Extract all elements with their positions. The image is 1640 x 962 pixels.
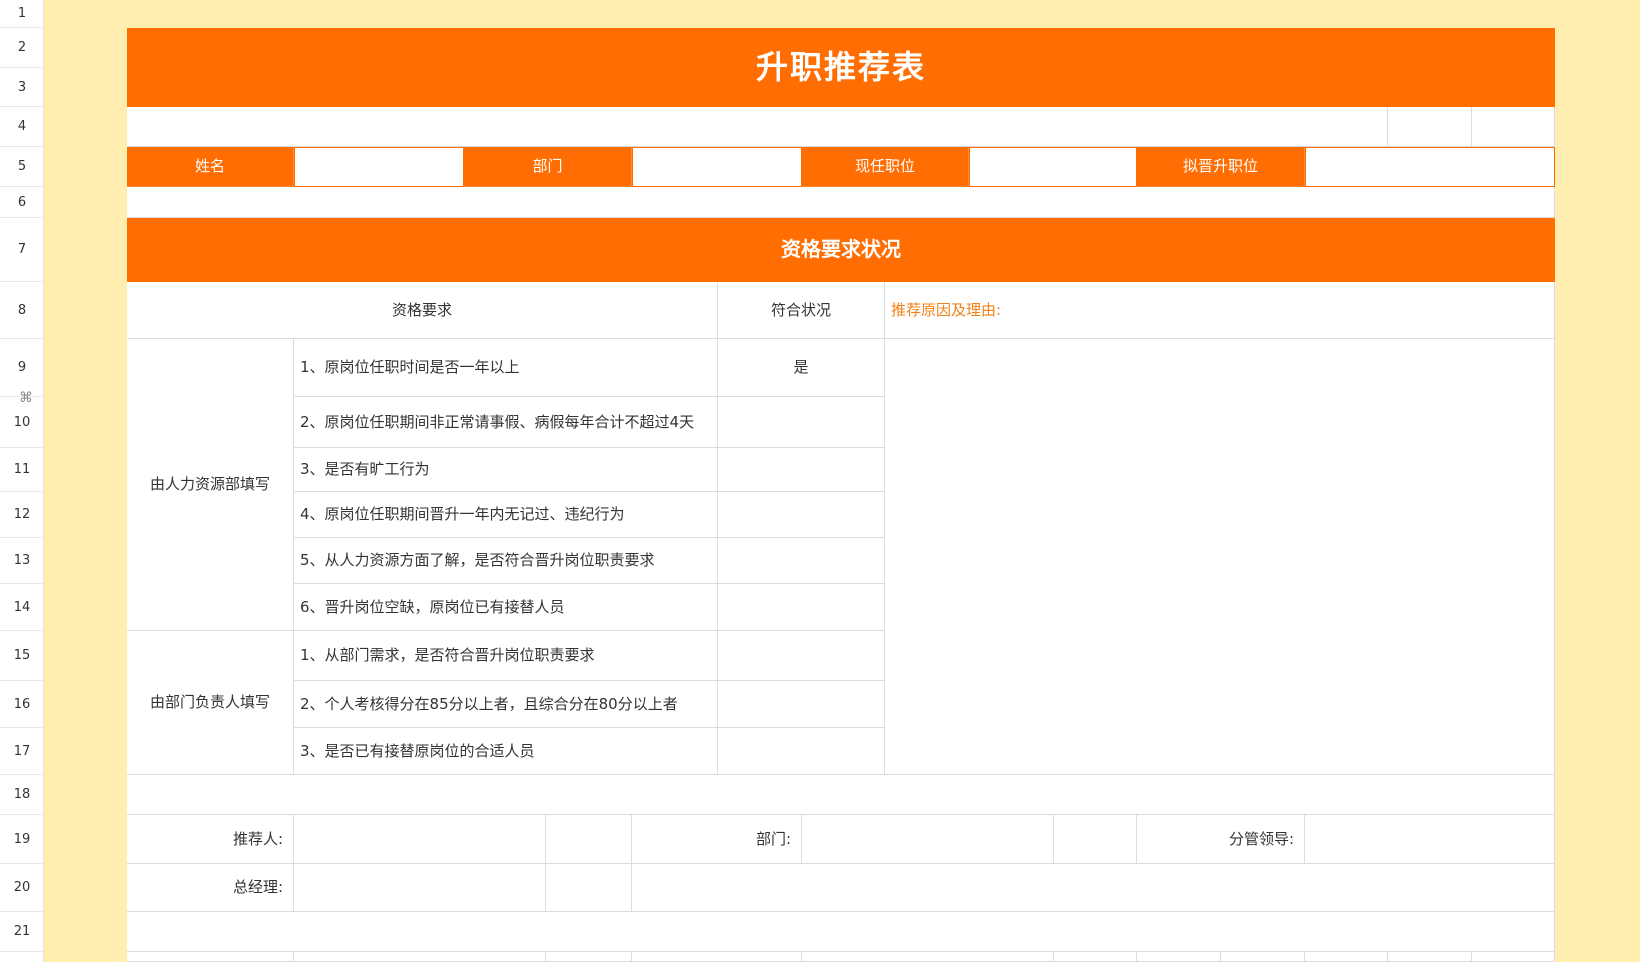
empty-cell[interactable] xyxy=(546,952,632,962)
row-number[interactable]: 14 xyxy=(0,584,44,631)
requirement-item[interactable]: 2、个人考核得分在85分以上者，且综合分在80分以上者 xyxy=(294,681,718,728)
empty-cell[interactable] xyxy=(1054,952,1137,962)
status-cell[interactable] xyxy=(718,492,885,538)
requirement-item[interactable]: 4、原岗位任职期间晋升一年内无记过、违纪行为 xyxy=(294,492,718,538)
row-number[interactable]: 5 xyxy=(0,147,44,187)
empty-cell[interactable] xyxy=(802,952,1054,962)
requirement-item[interactable]: 2、原岗位任职期间非正常请事假、病假每年合计不超过4天 xyxy=(294,397,718,448)
row-number[interactable]: 4 xyxy=(0,107,44,147)
empty-cell[interactable] xyxy=(1137,952,1221,962)
requirement-item[interactable]: 6、晋升岗位空缺，原岗位已有接替人员 xyxy=(294,584,718,631)
status-cell[interactable] xyxy=(718,728,885,775)
empty-cell[interactable] xyxy=(1221,952,1305,962)
general-manager-label: 总经理: xyxy=(127,864,294,912)
reason-column-header[interactable]: 推荐原因及理由: xyxy=(885,282,1555,339)
row-number[interactable]: 18 xyxy=(0,775,44,815)
row-number[interactable]: 13 xyxy=(0,538,44,584)
supervisor-input[interactable] xyxy=(1305,815,1555,864)
row-number[interactable]: 17 xyxy=(0,728,44,775)
status-cell[interactable]: 是 xyxy=(718,339,885,397)
row-number[interactable]: 3 xyxy=(0,68,44,107)
requirement-item[interactable]: 1、从部门需求，是否符合晋升岗位职责要求 xyxy=(294,631,718,681)
row-number[interactable]: 8 xyxy=(0,282,44,339)
section-title[interactable]: 资格要求状况 xyxy=(127,218,1555,282)
status-cell[interactable] xyxy=(718,584,885,631)
row-number[interactable]: 11 xyxy=(0,448,44,492)
row-drag-handle-icon[interactable]: ⌘ xyxy=(16,388,36,408)
proposed-position-label: 拟晋升职位 xyxy=(1137,147,1305,187)
status-column-header[interactable]: 符合状况 xyxy=(718,282,885,339)
empty-cell[interactable] xyxy=(1472,107,1555,147)
supervisor-label: 分管领导: xyxy=(1137,815,1305,864)
status-cell[interactable] xyxy=(718,538,885,584)
empty-cell[interactable] xyxy=(1472,952,1555,962)
row-number[interactable]: 15 xyxy=(0,631,44,681)
empty-cell[interactable] xyxy=(1054,815,1137,864)
empty-cell[interactable] xyxy=(1388,952,1472,962)
status-cell[interactable] xyxy=(718,448,885,492)
empty-row[interactable] xyxy=(127,775,1555,815)
recommender-label: 推荐人: xyxy=(127,815,294,864)
empty-cell[interactable] xyxy=(546,815,632,864)
empty-row[interactable] xyxy=(127,912,1555,952)
empty-cell[interactable] xyxy=(294,952,546,962)
row-number[interactable]: 7 xyxy=(0,218,44,282)
row-number[interactable]: 20 xyxy=(0,864,44,912)
requirement-item[interactable]: 3、是否已有接替原岗位的合适人员 xyxy=(294,728,718,775)
status-cell[interactable] xyxy=(718,681,885,728)
empty-row[interactable] xyxy=(127,187,1555,218)
requirement-item[interactable]: 5、从人力资源方面了解，是否符合晋升岗位职责要求 xyxy=(294,538,718,584)
row-number[interactable]: 16 xyxy=(0,681,44,728)
form-title[interactable]: 升职推荐表 xyxy=(127,28,1555,107)
empty-cell[interactable] xyxy=(546,864,632,912)
row-number[interactable]: 1 xyxy=(0,0,44,28)
row-number[interactable]: 2 xyxy=(0,28,44,68)
spreadsheet-sheet: 升职推荐表 姓名 部门 现任职位 拟晋升职位 资格要求状况 资格要求 符合状况 … xyxy=(127,0,1555,962)
row-number[interactable]: 21 xyxy=(0,912,44,952)
row-number[interactable]: 12 xyxy=(0,492,44,538)
general-manager-input[interactable] xyxy=(294,864,546,912)
reason-input-area[interactable] xyxy=(885,339,1555,775)
current-position-input[interactable] xyxy=(969,147,1137,187)
empty-cell[interactable] xyxy=(127,952,294,962)
current-position-label: 现任职位 xyxy=(802,147,969,187)
empty-cell[interactable] xyxy=(632,864,1555,912)
department-signature-label: 部门: xyxy=(632,815,802,864)
department-input[interactable] xyxy=(632,147,802,187)
name-input[interactable] xyxy=(294,147,464,187)
empty-cell[interactable] xyxy=(1305,952,1388,962)
empty-cell[interactable] xyxy=(632,952,802,962)
status-cell[interactable] xyxy=(718,397,885,448)
row-number[interactable]: 19 xyxy=(0,815,44,864)
department-label: 部门 xyxy=(464,147,632,187)
row-header-gutter: 1 2 3 4 5 6 7 8 9 10 11 12 13 14 15 16 1… xyxy=(0,0,44,962)
requirement-item[interactable]: 3、是否有旷工行为 xyxy=(294,448,718,492)
requirement-column-header[interactable]: 资格要求 xyxy=(127,282,718,339)
hr-group-label[interactable]: 由人力资源部填写 xyxy=(127,339,294,631)
dept-group-label[interactable]: 由部门负责人填写 xyxy=(127,631,294,775)
status-cell[interactable] xyxy=(718,631,885,681)
requirement-item[interactable]: 1、原岗位任职时间是否一年以上 xyxy=(294,339,718,397)
proposed-position-input[interactable] xyxy=(1305,147,1555,187)
recommender-input[interactable] xyxy=(294,815,546,864)
empty-cell[interactable] xyxy=(127,107,1388,147)
row-number[interactable]: 6 xyxy=(0,187,44,218)
name-label: 姓名 xyxy=(127,147,294,187)
department-signature-input[interactable] xyxy=(802,815,1054,864)
empty-cell[interactable] xyxy=(1388,107,1472,147)
empty-row[interactable] xyxy=(127,0,1555,28)
